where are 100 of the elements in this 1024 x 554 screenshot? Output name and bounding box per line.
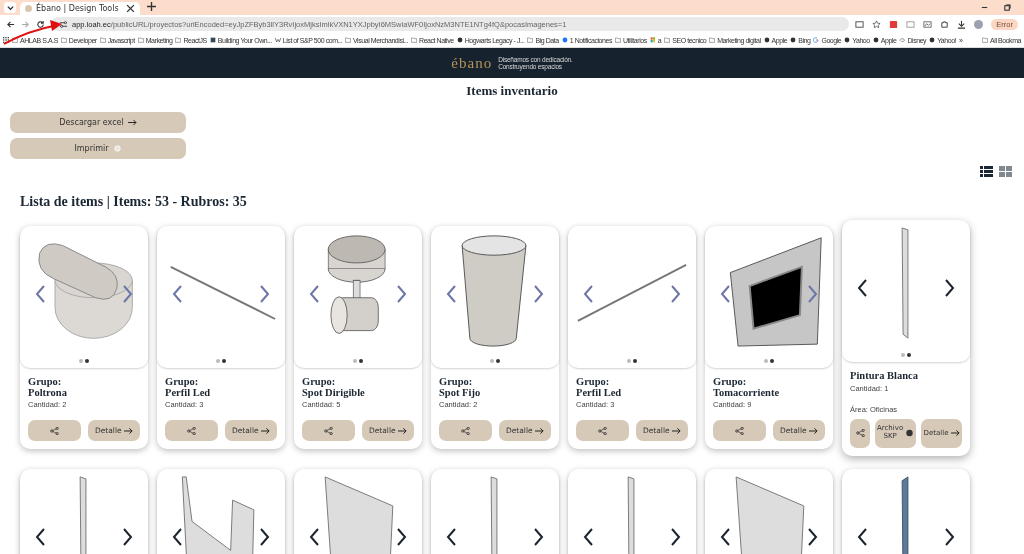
- group-label: Grupo:: [165, 377, 200, 388]
- page-title: Items inventario: [465, 83, 559, 99]
- globe-icon: [456, 37, 463, 43]
- item-name: Spot Dirigible: [302, 387, 366, 398]
- item-name: Perfil Led: [576, 387, 623, 398]
- slide-dot[interactable]: [222, 359, 226, 363]
- site-settings-icon[interactable]: [59, 19, 68, 29]
- swirl-icon: [899, 37, 906, 43]
- folder-icon: [345, 37, 351, 43]
- back-icon[interactable]: [6, 19, 15, 29]
- slide-dot[interactable]: [764, 359, 768, 363]
- close-tab-button[interactable]: [126, 3, 135, 14]
- share-icon: [186, 426, 196, 435]
- list-heading: Lista de items | Items: 53 - Rubros: 35: [20, 194, 248, 210]
- next-image-button[interactable]: [805, 526, 819, 547]
- arrow-right-icon: [950, 429, 960, 437]
- next-image-button[interactable]: [257, 526, 271, 547]
- folder-icon: [527, 37, 534, 43]
- slide-dot[interactable]: [633, 359, 637, 363]
- item-name: Perfil Led: [165, 387, 212, 398]
- share-icon: [49, 426, 59, 435]
- share-icon: [734, 426, 744, 435]
- globe-icon: [872, 37, 879, 43]
- folder-icon: [137, 37, 144, 43]
- browser-tab[interactable]: Ébano | Design Tools: [20, 2, 140, 15]
- cast-icon[interactable]: [855, 19, 865, 29]
- slide-dot[interactable]: [216, 359, 220, 363]
- share-button[interactable]: [713, 420, 766, 441]
- avatar-icon[interactable]: [974, 19, 984, 29]
- folder-icon: [614, 37, 621, 43]
- share-button[interactable]: [439, 420, 492, 441]
- folder-icon: [12, 37, 18, 43]
- plus-icon: [147, 2, 156, 11]
- slide-dot[interactable]: [901, 353, 905, 357]
- annotation-arrow: [3, 20, 62, 45]
- share-button[interactable]: [576, 420, 629, 441]
- grid-view-button[interactable]: [999, 165, 1012, 176]
- previous-image-button[interactable]: [719, 526, 733, 547]
- slide-dot[interactable]: [490, 359, 494, 363]
- next-image-button[interactable]: [942, 526, 956, 547]
- download-button[interactable]: Descargar excel: [10, 112, 186, 133]
- download-icon[interactable]: [957, 19, 967, 29]
- logo-text[interactable]: ébano: [451, 54, 493, 72]
- apps-grid-icon[interactable]: [3, 37, 9, 43]
- slide-dot[interactable]: [359, 359, 363, 363]
- slide-dot[interactable]: [79, 359, 83, 363]
- list-view-button[interactable]: [980, 165, 993, 176]
- folder-icon: [411, 37, 418, 43]
- share-button[interactable]: [850, 418, 870, 448]
- folder-icon: [709, 37, 716, 43]
- item-name: Tomacorriente: [713, 387, 781, 398]
- next-image-button[interactable]: [120, 526, 134, 547]
- previous-image-button[interactable]: [34, 526, 48, 547]
- slide-dot[interactable]: [907, 353, 911, 357]
- reload-icon[interactable]: [36, 19, 45, 29]
- previous-image-button[interactable]: [856, 278, 870, 298]
- star-icon[interactable]: [872, 19, 882, 29]
- next-image-button[interactable]: [531, 526, 545, 547]
- chevron-down-icon: [5, 3, 15, 12]
- next-image-button[interactable]: [668, 526, 682, 547]
- slide-dot[interactable]: [496, 359, 500, 363]
- tab-title: Ébano | Design Tools: [36, 4, 120, 13]
- restore-icon[interactable]: [1003, 3, 1012, 12]
- share-button[interactable]: [302, 420, 355, 441]
- tiles-icon: [649, 37, 656, 43]
- slide-dot[interactable]: [627, 359, 631, 363]
- slide-dot[interactable]: [353, 359, 357, 363]
- item-name: Poltrona: [28, 387, 68, 398]
- group-label: Grupo:: [28, 377, 63, 388]
- previous-image-button[interactable]: [582, 526, 596, 547]
- group-label: Grupo:: [713, 377, 748, 388]
- new-tab-button[interactable]: [144, 2, 159, 13]
- arrow-right-icon: [127, 119, 137, 126]
- slide-dot[interactable]: [770, 359, 774, 363]
- group-label: Grupo:: [439, 377, 474, 388]
- previous-image-button[interactable]: [308, 526, 322, 547]
- group-label: Grupo:: [576, 377, 611, 388]
- globe-icon: [929, 37, 936, 43]
- arrow-right-icon: [671, 426, 681, 435]
- previous-image-button[interactable]: [856, 526, 870, 547]
- next-image-button[interactable]: [942, 278, 956, 298]
- slide-dot[interactable]: [85, 359, 89, 363]
- previous-image-button[interactable]: [445, 526, 459, 547]
- folder-icon: [175, 37, 182, 43]
- globe-icon: [763, 37, 770, 43]
- share-icon: [855, 429, 865, 437]
- share-icon: [323, 426, 333, 435]
- tab-menu-button[interactable]: [4, 2, 16, 13]
- previous-image-button[interactable]: [171, 526, 185, 547]
- group-label: Grupo:: [302, 377, 337, 388]
- extension-icon[interactable]: [923, 19, 933, 29]
- item-name: Spot Fijo: [439, 387, 482, 398]
- arrow-right-icon: [534, 426, 544, 435]
- next-image-button[interactable]: [394, 526, 408, 547]
- share-button[interactable]: [165, 420, 218, 441]
- print-button[interactable]: Imprimir: [10, 138, 186, 159]
- google-icon: [813, 37, 820, 43]
- arrow-right-icon: [808, 426, 818, 435]
- share-button[interactable]: [28, 420, 81, 441]
- arrow-right-icon: [260, 426, 270, 435]
